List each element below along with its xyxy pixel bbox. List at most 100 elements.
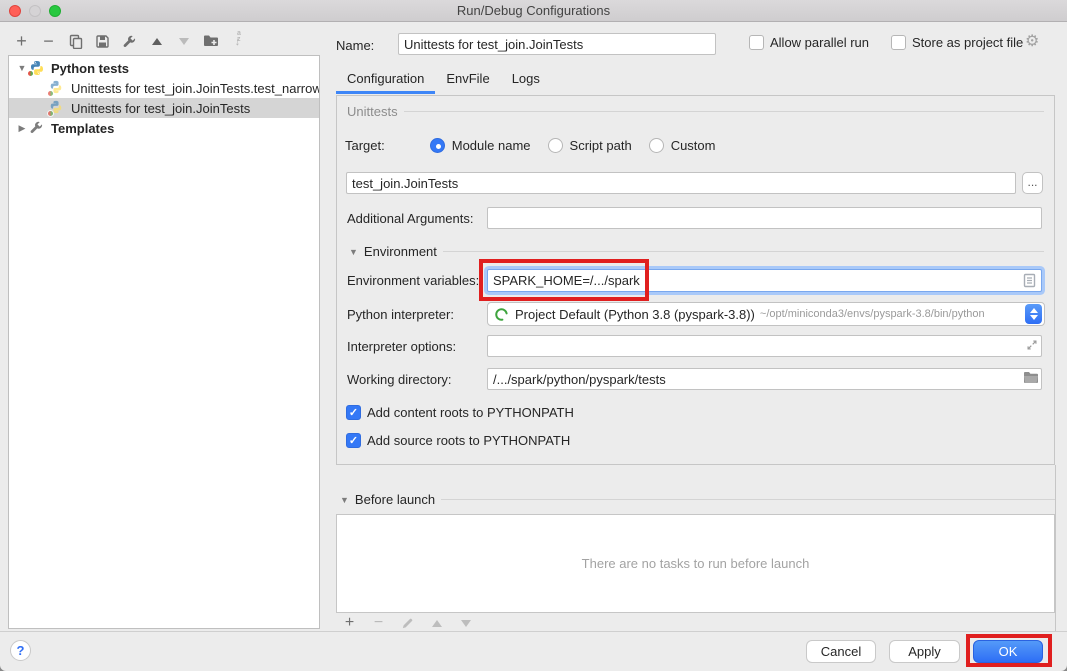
interpreter-options-input[interactable] <box>487 335 1042 357</box>
allow-parallel-run-option[interactable]: Allow parallel run <box>749 35 869 50</box>
apply-button[interactable]: Apply <box>889 640 960 663</box>
add-source-roots-checkbox[interactable]: ✓ <box>346 433 361 448</box>
environment-section-header[interactable]: ▼ Environment <box>349 244 1044 259</box>
unittests-section-title: Unittests <box>347 104 398 119</box>
tree-item-unittests-jointests[interactable]: Unittests for test_join.JoinTests <box>9 98 319 118</box>
tree-item-label: Unittests for test_join.JoinTests.test_n… <box>71 81 319 96</box>
conda-environment-icon <box>494 307 509 322</box>
footer-separator <box>0 631 1067 632</box>
add-source-roots-option[interactable]: ✓ Add source roots to PYTHONPATH <box>346 433 570 448</box>
configurations-tree: ▼ Python tests Unittests for test_join.J… <box>8 55 320 629</box>
move-up-icon[interactable] <box>148 33 165 50</box>
save-configuration-icon[interactable] <box>94 33 111 50</box>
before-launch-empty-message: There are no tasks to run before launch <box>582 556 810 571</box>
templates-wrench-icon <box>29 120 45 136</box>
before-launch-task-list: There are no tasks to run before launch <box>336 514 1055 613</box>
sort-alphabetically-icon: ↓az <box>229 33 246 50</box>
edit-templates-icon[interactable] <box>121 33 138 50</box>
name-input[interactable]: Unittests for test_join.JoinTests <box>398 33 716 55</box>
gear-icon[interactable]: ⚙ <box>1025 33 1039 51</box>
chevron-collapsed-icon[interactable]: ▶ <box>15 123 29 134</box>
pane-right-border <box>1055 465 1056 631</box>
python-interpreter-label: Python interpreter: <box>347 307 454 322</box>
edit-task-icon <box>399 615 416 632</box>
move-down-icon <box>175 33 192 50</box>
environment-variables-input[interactable]: SPARK_HOME=/.../spark <box>487 269 1042 292</box>
env-variables-list-icon[interactable] <box>1023 273 1036 292</box>
allow-parallel-run-label: Allow parallel run <box>770 35 869 50</box>
configuration-pane: Unittests Target: Module name Script pat… <box>336 95 1055 465</box>
allow-parallel-run-checkbox[interactable] <box>749 35 764 50</box>
python-test-config-icon <box>49 100 65 116</box>
additional-arguments-input[interactable] <box>487 207 1042 229</box>
python-interpreter-path: ~/opt/miniconda3/envs/pyspark-3.8/bin/py… <box>760 308 1025 320</box>
config-tabs: Configuration EnvFile Logs <box>336 66 551 94</box>
target-script-path-radio[interactable] <box>548 138 563 153</box>
name-label: Name: <box>336 38 374 53</box>
new-folder-icon[interactable] <box>202 33 219 50</box>
folder-browse-icon[interactable] <box>1023 371 1039 387</box>
target-custom-label: Custom <box>671 138 716 153</box>
add-content-roots-checkbox[interactable]: ✓ <box>346 405 361 420</box>
tab-configuration[interactable]: Configuration <box>336 66 435 94</box>
target-module-name-label: Module name <box>452 138 531 153</box>
add-content-roots-label: Add content roots to PYTHONPATH <box>367 405 574 420</box>
window-title: Run/Debug Configurations <box>0 3 1067 18</box>
add-content-roots-option[interactable]: ✓ Add content roots to PYTHONPATH <box>346 405 574 420</box>
add-source-roots-label: Add source roots to PYTHONPATH <box>367 433 570 448</box>
python-interpreter-value: Project Default (Python 3.8 (pyspark-3.8… <box>515 307 755 322</box>
collapse-arrow-icon[interactable]: ▼ <box>340 495 349 505</box>
tree-item-label: Python tests <box>51 61 129 76</box>
run-debug-configurations-dialog: Run/Debug Configurations + − ↓az ▼ Pytho… <box>0 0 1067 671</box>
before-launch-title: Before launch <box>355 492 435 507</box>
python-tests-icon <box>29 60 45 76</box>
module-name-input[interactable]: test_join.JoinTests <box>346 172 1016 194</box>
before-launch-toolbar: + − <box>341 615 474 631</box>
target-label: Target: <box>345 138 385 153</box>
remove-task-icon: − <box>370 615 387 632</box>
ok-button[interactable]: OK <box>973 640 1043 663</box>
remove-configuration-icon[interactable]: − <box>40 33 57 50</box>
working-directory-label: Working directory: <box>347 372 452 387</box>
titlebar: Run/Debug Configurations <box>0 0 1067 22</box>
interpreter-options-label: Interpreter options: <box>347 339 456 354</box>
tab-envfile[interactable]: EnvFile <box>435 66 500 94</box>
tree-item-label: Unittests for test_join.JoinTests <box>71 101 250 116</box>
target-custom-radio[interactable] <box>649 138 664 153</box>
target-script-path-label: Script path <box>570 138 632 153</box>
tree-item-python-tests[interactable]: ▼ Python tests <box>9 58 319 78</box>
test-badge-icon <box>27 70 34 77</box>
store-as-project-file-label: Store as project file <box>912 35 1023 50</box>
add-configuration-icon[interactable]: + <box>13 33 30 50</box>
tree-item-templates[interactable]: ▶ Templates <box>9 118 319 138</box>
target-module-name-radio[interactable] <box>430 138 445 153</box>
store-as-project-file-checkbox[interactable] <box>891 35 906 50</box>
dropdown-stepper-icon[interactable] <box>1025 304 1042 324</box>
browse-module-button[interactable]: ... <box>1022 172 1043 194</box>
expand-field-icon[interactable] <box>1025 338 1039 355</box>
test-badge-icon <box>47 90 54 97</box>
help-button[interactable]: ? <box>10 640 31 661</box>
collapse-arrow-icon[interactable]: ▼ <box>349 247 358 257</box>
environment-section-title: Environment <box>364 244 437 259</box>
move-task-down-icon <box>457 615 474 632</box>
environment-variables-label: Environment variables: <box>347 273 479 288</box>
test-badge-icon <box>47 110 54 117</box>
working-directory-input[interactable]: /.../spark/python/pyspark/tests <box>487 368 1042 390</box>
tree-item-unittests-narrow[interactable]: Unittests for test_join.JoinTests.test_n… <box>9 78 319 98</box>
python-interpreter-select[interactable]: Project Default (Python 3.8 (pyspark-3.8… <box>487 302 1045 326</box>
environment-variables-value: SPARK_HOME=/.../spark <box>493 273 640 288</box>
cancel-button[interactable]: Cancel <box>806 640 876 663</box>
store-as-project-file-option[interactable]: Store as project file <box>891 35 1023 50</box>
move-task-up-icon <box>428 615 445 632</box>
tab-logs[interactable]: Logs <box>501 66 551 94</box>
configurations-toolbar: + − ↓az <box>13 32 246 50</box>
before-launch-header[interactable]: ▼ Before launch <box>340 492 1055 507</box>
tree-item-label: Templates <box>51 121 114 136</box>
python-test-config-icon <box>49 80 65 96</box>
add-task-icon[interactable]: + <box>341 615 358 632</box>
additional-arguments-label: Additional Arguments: <box>347 211 473 226</box>
target-row: Target: Module name Script path Custom <box>345 138 715 153</box>
copy-configuration-icon[interactable] <box>67 33 84 50</box>
unittests-section-header: Unittests <box>347 104 1044 119</box>
